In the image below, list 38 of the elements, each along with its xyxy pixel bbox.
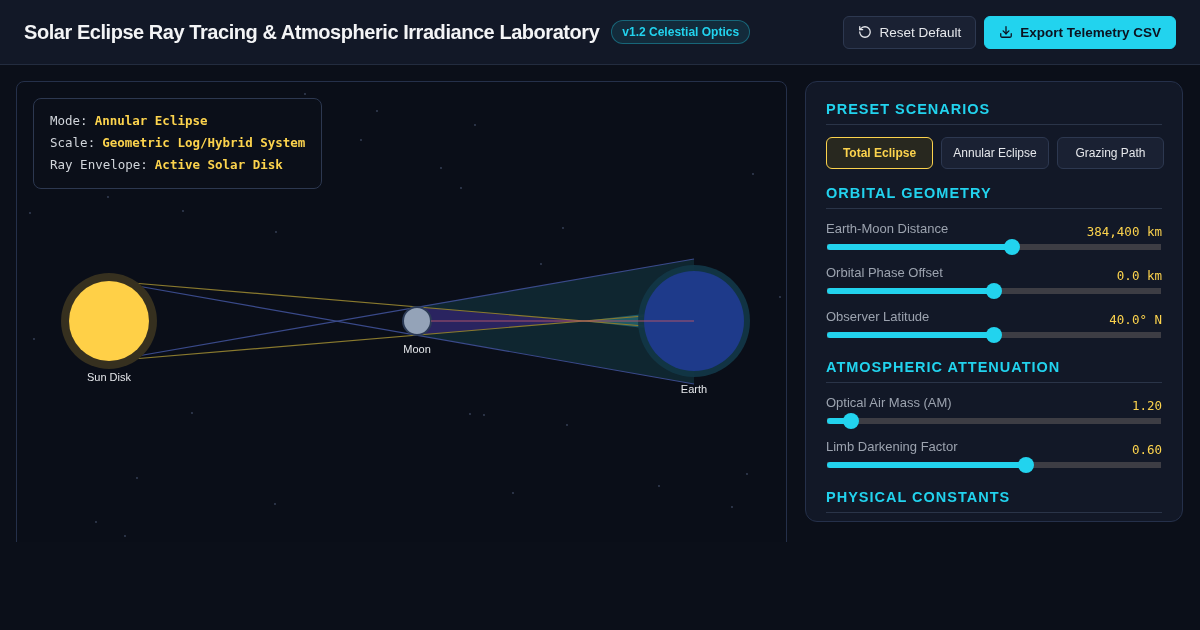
slider-value: 0.0 km: [1116, 269, 1162, 283]
info-value: Annular Eclipse: [94, 112, 208, 130]
section-heading: PHYSICAL CONSTANTS: [826, 489, 1162, 513]
slider-label: Earth-Moon Distance: [826, 221, 949, 236]
body-label: Sun Disk: [87, 371, 131, 383]
moon-disk: [402, 306, 432, 336]
preset-button[interactable]: Grazing Path: [1057, 137, 1164, 169]
info-label: Scale:: [50, 134, 96, 152]
info-value: Geometric Log/Hybrid System: [102, 134, 306, 152]
section-heading: ATMOSPHERIC ATTENUATION: [826, 359, 1162, 383]
slider-thumb[interactable]: [1003, 239, 1020, 255]
slider-label: Observer Latitude: [826, 309, 930, 324]
info-label: Ray Envelope:: [50, 156, 148, 174]
preset-button[interactable]: Annular Eclipse: [941, 137, 1049, 169]
slider-label: Optical Air Mass (AM): [826, 395, 952, 410]
slider-value: 384,400 km: [1086, 225, 1162, 239]
slider-value: 40.0° N: [1109, 313, 1162, 327]
body-label: Moon: [403, 343, 431, 355]
preset-button[interactable]: Total Eclipse: [826, 137, 933, 169]
reset-button[interactable]: Reset Default: [843, 15, 977, 49]
version-badge: v1.2 Celestial Optics: [611, 20, 751, 44]
circular-arrow-icon: [858, 25, 873, 39]
slider-label: Limb Darkening Factor: [826, 439, 958, 454]
section-heading: PRESET SCENARIOS: [826, 101, 1162, 125]
slider-thumb[interactable]: [842, 413, 859, 429]
download-icon: [999, 25, 1014, 39]
info-label: Mode:: [50, 112, 88, 130]
slider-thumb[interactable]: [986, 327, 1002, 343]
slider-value: 0.60: [1131, 443, 1162, 457]
slider-value: 1.20: [1131, 399, 1162, 413]
slider-thumb[interactable]: [1017, 457, 1034, 473]
section-heading: ORBITAL GEOMETRY: [826, 185, 1162, 209]
app-title: Solar Eclipse Ray Tracing & Atmospheric Irradiance Laboratory: [24, 20, 600, 44]
slider-thumb[interactable]: [986, 283, 1002, 299]
info-value: Active Solar Disk: [154, 156, 283, 174]
body-label: Earth: [680, 383, 708, 395]
export-button[interactable]: Export Telemetry CSV: [984, 15, 1176, 49]
slider-label: Orbital Phase Offset: [826, 265, 943, 280]
